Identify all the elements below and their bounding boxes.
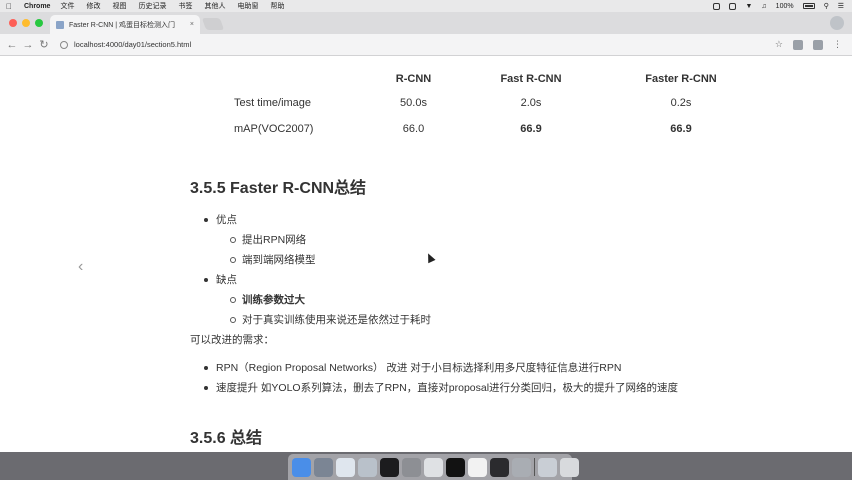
browser-tab[interactable]: Faster R-CNN | 鸡蛋目标检测入门 × [50,15,200,34]
extension-icon[interactable] [793,39,803,50]
menu-list-icon[interactable]: ☰ [838,2,844,10]
list-item: 提出RPN网络 [204,230,431,250]
tab-close-icon[interactable]: × [190,21,194,28]
search-icon[interactable]: ⚲ [824,2,829,10]
improve-label: 可以改进的需求： [190,334,274,346]
screenshot-icon[interactable] [512,457,531,477]
maximize-window-button[interactable] [35,19,43,27]
forward-icon[interactable]: → [20,39,36,51]
apple-icon[interactable]:  [6,2,16,11]
photos-icon[interactable] [358,457,377,477]
pros-cons-list: 优点 提出RPN网络 端到端网络模型 缺点 训练参数过大 对于真实训练使用来说还… [204,210,431,330]
status-icon[interactable] [729,2,737,10]
typora-icon[interactable] [468,457,487,477]
launchpad-icon[interactable] [314,457,333,477]
menu-bar:  Chrome 文件 修改 视图 历史记录 书签 其他人 电助窗 帮助 ▼ ♫… [0,0,852,12]
prev-page-arrow-icon[interactable]: ‹ [78,258,83,276]
bookmark-star-icon[interactable]: ☆ [775,39,783,50]
table-cell: 0.2s [670,97,692,109]
profile-avatar[interactable] [830,16,844,30]
table-cell: 66.0 [402,123,425,135]
list-item: 对于真实训练使用来说还是依然过于耗时 [204,310,431,330]
info-icon[interactable] [60,40,68,49]
address-bar: ← → ↻ localhost:4000/day01/section5.html… [0,34,852,56]
finder-icon[interactable] [292,457,311,477]
minimize-window-button[interactable] [22,19,30,27]
dock-separator [534,458,535,476]
volume-icon[interactable]: ♫ [761,3,766,10]
section-heading-3-5-6: 3.5.6 总结 [190,430,263,447]
menu-app-name[interactable]: Chrome [24,3,50,10]
table-header: R-CNN [395,73,432,85]
table-cell: Test time/image [234,97,312,109]
table-header: Faster R-CNN [645,73,717,85]
favicon-icon [56,20,64,29]
menu-item-help[interactable]: 帮助 [270,1,284,11]
menu-item-bookmarks[interactable]: 书签 [178,1,192,11]
close-window-button[interactable] [9,19,17,27]
settings-icon[interactable] [402,457,421,477]
list-item: 训练参数过大 [204,290,431,310]
dock [288,454,579,480]
menu-item-file[interactable]: 文件 [60,1,74,11]
wifi-icon[interactable]: ▼ [745,3,752,10]
status-icon[interactable] [713,2,721,10]
folder-icon[interactable] [538,457,557,477]
quicktime-icon[interactable] [490,457,509,477]
toolbar-right: ☆ ⋮ [775,39,842,50]
terminal-icon[interactable] [446,457,465,477]
list-item: RPN（Region Proposal Networks） 改进 对于小目标选择… [204,358,678,378]
list-item: 优点 [204,210,431,230]
menu-dots-icon[interactable]: ⋮ [833,39,842,50]
tab-bar: Faster R-CNN | 鸡蛋目标检测入门 × [0,12,852,34]
chrome-icon[interactable] [424,457,443,477]
battery-percent: 100% [775,2,794,10]
back-icon[interactable]: ← [4,39,20,51]
url-field[interactable]: localhost:4000/day01/section5.html [60,40,191,49]
table-header-row: R-CNN Fast R-CNN Faster R-CNN [226,68,761,90]
table-row: Test time/image 50.0s 2.0s 0.2s [226,90,761,116]
pycharm-icon[interactable] [380,457,399,477]
table-cell: mAP(VOC2007) [234,123,314,135]
status-area: ▼ ♫ 100% ⚲ ☰ [713,2,844,10]
comparison-table: R-CNN Fast R-CNN Faster R-CNN Test time/… [226,68,761,142]
table-row: mAP(VOC2007) 66.0 66.9 66.9 [226,116,761,142]
list-item: 速度提升 如YOLO系列算法，删去了RPN，直接对proposal进行分类回归，… [204,378,678,398]
table-cell: 66.9 [520,123,542,135]
section-heading-3-5-5: 3.5.5 Faster R-CNN总结 [190,180,367,197]
reload-icon[interactable]: ↻ [36,38,52,51]
safari-icon[interactable] [336,457,355,477]
new-tab-button[interactable] [201,18,225,30]
menu-item-history[interactable]: 历史记录 [138,1,166,11]
table-cell: 66.9 [670,123,692,135]
url-text: localhost:4000/day01/section5.html [74,40,192,49]
table-header: Fast R-CNN [500,73,562,85]
table-header [226,68,366,90]
menu-item-view[interactable]: 视图 [112,1,126,11]
improve-list: RPN（Region Proposal Networks） 改进 对于小目标选择… [204,358,678,398]
menu-item-edit[interactable]: 修改 [86,1,100,11]
extension-icon[interactable] [813,39,823,50]
table-cell: 2.0s [520,97,542,109]
trash-icon[interactable] [560,457,579,477]
menu-item-window[interactable]: 电助窗 [237,1,258,11]
page-content: R-CNN Fast R-CNN Faster R-CNN Test time/… [0,56,852,452]
tab-title: Faster R-CNN | 鸡蛋目标检测入门 [69,21,176,29]
menu-item-people[interactable]: 其他人 [204,1,225,11]
window-controls [9,19,43,27]
list-item: 缺点 [204,270,431,290]
list-item: 端到端网络模型 [204,250,431,270]
table-cell: 50.0s [400,97,427,109]
battery-icon[interactable] [802,3,815,9]
